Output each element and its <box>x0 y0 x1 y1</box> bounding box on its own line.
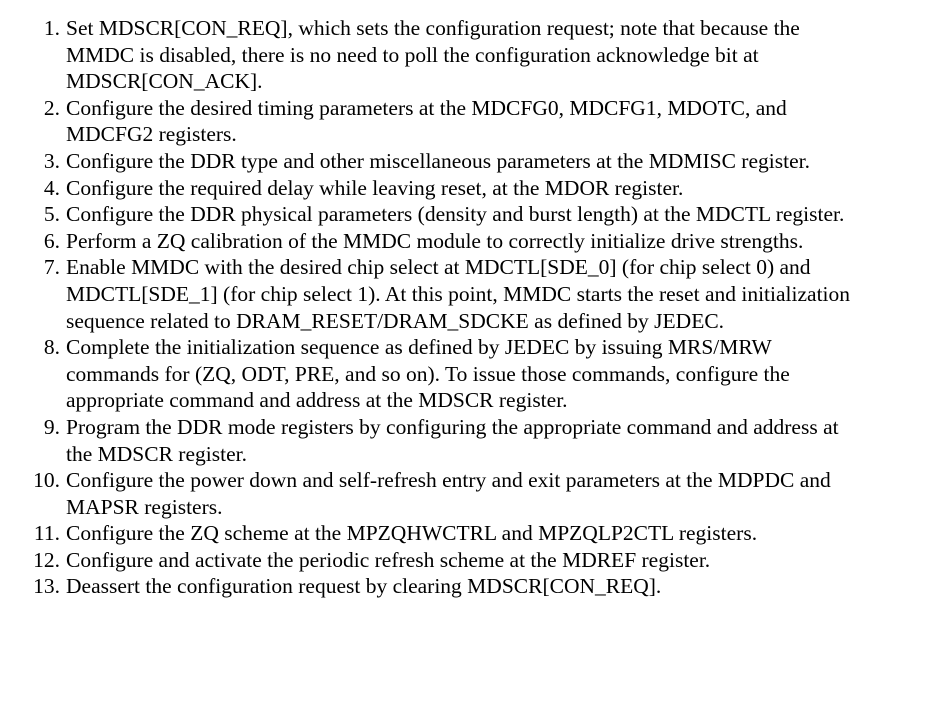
step-text: Set MDSCR[CON_REQ], which sets the confi… <box>66 16 800 94</box>
step-number: 1. <box>43 16 60 40</box>
step-text: Configure and activate the periodic refr… <box>66 547 711 572</box>
step-text: Configure the ZQ scheme at the MPZQHWCTR… <box>66 521 758 546</box>
list-item: 2. Configure the desired timing parameter… <box>0 95 905 148</box>
document-page: 1. Set MDSCR[CON_REQ], which sets the con… <box>0 0 925 716</box>
list-item: 5. Configure the DDR physical parameters … <box>0 201 905 228</box>
list-item: 13. Deassert the configuration request by… <box>0 573 905 600</box>
step-number: 8. <box>43 335 60 360</box>
list-item: 3. Configure the DDR type and other misce… <box>0 148 905 175</box>
list-item: 12. Configure and activate the periodic r… <box>0 547 905 574</box>
step-text: Configure the required delay while leavi… <box>66 175 684 200</box>
list-item: 10. Configure the power down and self-ref… <box>0 467 905 520</box>
list-item: 7. Enable MMDC with the desired chip sele… <box>0 254 905 334</box>
step-number: 6. <box>43 228 60 253</box>
step-text: Configure the power down and self-refres… <box>66 468 831 519</box>
step-text: Configure the DDR type and other miscell… <box>66 148 810 173</box>
step-number: 12. <box>33 547 60 572</box>
list-item: 6. Perform a ZQ calibration of the MMDC m… <box>0 228 905 255</box>
step-number: 7. <box>43 255 60 280</box>
list-item: 8. Complete the initialization sequence a… <box>0 334 905 414</box>
step-text: Program the DDR mode registers by config… <box>66 414 839 466</box>
step-text: Enable MMDC with the desired chip select… <box>66 255 851 333</box>
list-item: 4. Configure the required delay while lea… <box>0 175 905 202</box>
step-number: 10. <box>33 468 60 493</box>
step-number: 9. <box>43 414 60 439</box>
list-item: 1. Set MDSCR[CON_REQ], which sets the con… <box>0 15 905 95</box>
step-number: 5. <box>43 202 60 227</box>
step-number: 2. <box>43 95 60 120</box>
step-number: 4. <box>43 175 60 200</box>
step-number: 13. <box>33 574 60 599</box>
step-text: Deassert the configuration request by cl… <box>66 574 662 599</box>
steps-list: 1. Set MDSCR[CON_REQ], which sets the con… <box>0 15 905 600</box>
step-number: 11. <box>33 521 60 546</box>
step-text: Configure the desired timing parameters … <box>66 95 787 147</box>
step-text: Perform a ZQ calibration of the MMDC mod… <box>66 228 804 253</box>
step-text: Complete the initialization sequence as … <box>66 335 790 413</box>
list-item: 11. Configure the ZQ scheme at the MPZQHW… <box>0 520 905 547</box>
list-item: 9. Program the DDR mode registers by conf… <box>0 414 905 467</box>
step-number: 3. <box>43 148 60 173</box>
step-text: Configure the DDR physical parameters (d… <box>66 202 845 227</box>
